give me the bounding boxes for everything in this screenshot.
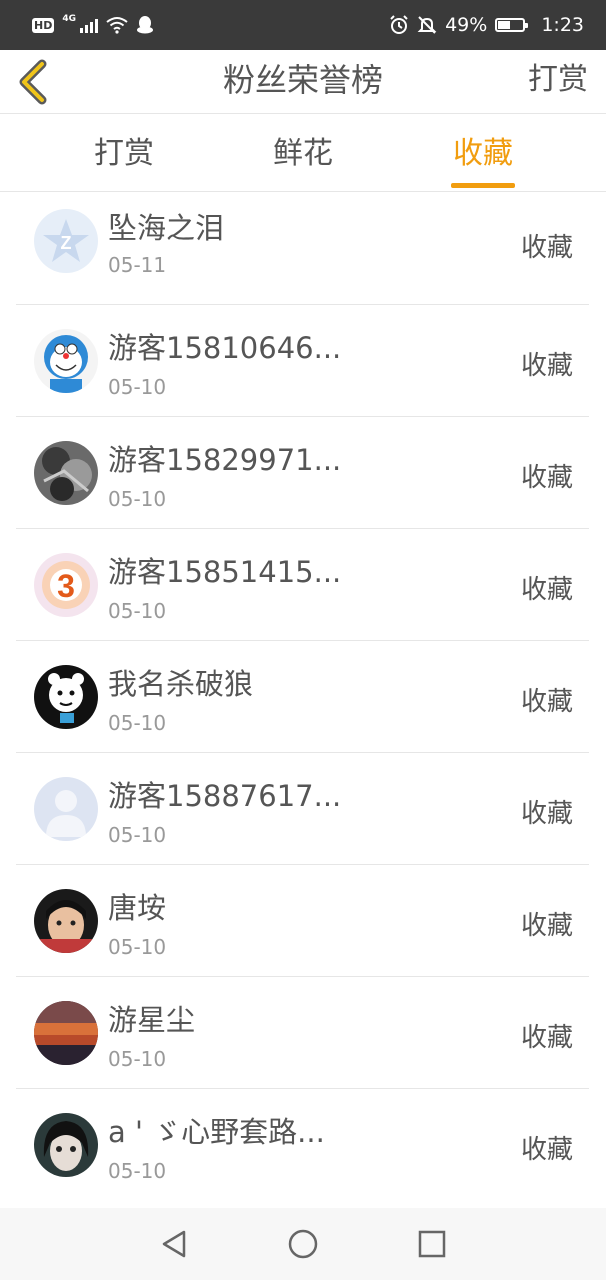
triangle-back-icon: [162, 1230, 186, 1258]
fan-date: 05-10: [108, 823, 167, 847]
avatar: [34, 889, 98, 953]
app-header: 粉丝荣誉榜 打赏: [0, 50, 606, 114]
list-item[interactable]: 游客15829971... 05-10 收藏: [16, 417, 589, 529]
fan-date: 05-10: [108, 487, 167, 511]
avatar: [34, 329, 98, 393]
fan-date: 05-10: [108, 1159, 167, 1183]
list-item[interactable]: 唐垵 05-10 收藏: [16, 865, 589, 977]
fan-name: 游客15851415...: [108, 555, 342, 589]
avatar: [34, 441, 98, 505]
mute-bell-icon: [417, 16, 437, 34]
battery-percent: 49%: [445, 14, 488, 36]
avatar: [34, 1001, 98, 1065]
fan-action: 收藏: [520, 463, 573, 493]
fan-action: 收藏: [520, 233, 573, 263]
fan-name: 游客15810646...: [108, 331, 342, 365]
tab-reward[interactable]: 打赏: [64, 114, 184, 191]
list-item[interactable]: 我名杀破狼 05-10 收藏: [16, 641, 589, 753]
fan-date: 05-10: [108, 1047, 167, 1071]
avatar: Z: [34, 209, 98, 273]
list-item[interactable]: 游客15887617... 05-10 收藏: [16, 753, 589, 865]
alarm-icon: [390, 15, 408, 34]
fan-action: 收藏: [520, 1135, 573, 1165]
nav-home-button[interactable]: [285, 1226, 321, 1262]
avatar: [34, 777, 98, 841]
fan-date: 05-10: [108, 375, 167, 399]
fan-action: 收藏: [520, 575, 573, 605]
hd-badge: HD: [32, 17, 55, 33]
fan-name: 坠海之泪: [108, 211, 225, 245]
avatar: 3: [34, 553, 98, 617]
fan-action: 收藏: [520, 687, 573, 717]
fan-action: 收藏: [520, 911, 573, 941]
list-item[interactable]: Z 坠海之泪 05-11 收藏: [16, 193, 589, 305]
status-right: 49% 1:23: [389, 14, 584, 36]
fan-date: 05-10: [108, 711, 167, 735]
avatar: [34, 1113, 98, 1177]
list-item[interactable]: a ' ゞ心野套路... 05-10 收藏: [16, 1089, 589, 1201]
reward-button[interactable]: 打赏: [528, 50, 588, 112]
signal-icon: [80, 17, 98, 33]
fan-name: a ' ゞ心野套路...: [108, 1115, 325, 1149]
nav-recents-button[interactable]: [414, 1226, 450, 1262]
fan-name: 游星尘: [108, 1003, 196, 1037]
tab-bar: 打赏 鲜花 收藏: [0, 114, 606, 192]
wifi-icon: [106, 17, 128, 34]
active-tab-indicator: [451, 183, 515, 188]
fan-name: 我名杀破狼: [108, 667, 254, 701]
avatar: [34, 665, 98, 729]
fan-date: 05-10: [108, 599, 167, 623]
fan-action: 收藏: [520, 1023, 573, 1053]
list-item[interactable]: 游客15810646... 05-10 收藏: [16, 305, 589, 417]
tab-favorites[interactable]: 收藏: [423, 114, 543, 191]
tab-flowers[interactable]: 鲜花: [243, 114, 363, 191]
qq-icon: [137, 16, 153, 34]
fan-name: 游客15887617...: [108, 779, 342, 813]
fan-name: 游客15829971...: [108, 443, 342, 477]
clock: 1:23: [541, 14, 584, 36]
fan-list: Z 坠海之泪 05-11 收藏 游客15810646... 05-10 收藏 游…: [16, 193, 589, 1201]
fan-action: 收藏: [520, 799, 573, 829]
fan-date: 05-10: [108, 935, 167, 959]
status-left: HD 4G: [32, 14, 154, 35]
fan-name: 唐垵: [108, 891, 167, 925]
fan-date: 05-11: [108, 253, 167, 277]
square-recents-icon: [418, 1230, 446, 1258]
battery-icon: [495, 18, 529, 32]
list-item[interactable]: 3 游客15851415... 05-10 收藏: [16, 529, 589, 641]
fan-action: 收藏: [520, 351, 573, 381]
nav-back-button[interactable]: [156, 1226, 192, 1262]
page-title: 粉丝荣誉榜: [222, 61, 383, 99]
circle-home-icon: [288, 1229, 318, 1259]
svg-text:Z: Z: [61, 233, 72, 253]
svg-text:3: 3: [57, 568, 75, 604]
status-bar: HD 4G 49% 1:23: [0, 0, 606, 50]
network-type: 4G: [62, 14, 76, 24]
system-nav-bar: [0, 1208, 606, 1280]
list-item[interactable]: 游星尘 05-10 收藏: [16, 977, 589, 1089]
